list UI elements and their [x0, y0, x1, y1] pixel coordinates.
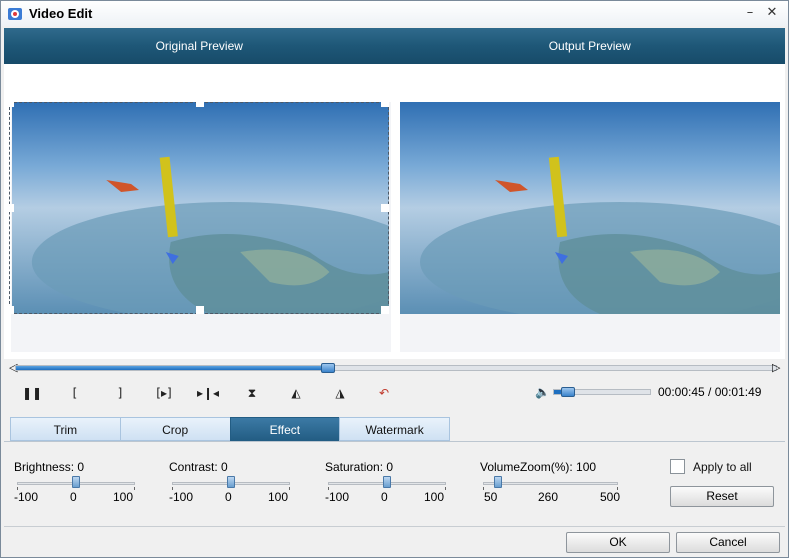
brightness-max: 100	[113, 490, 134, 504]
saturation-label: Saturation: 0	[325, 460, 394, 474]
contrast-label: Contrast: 0	[169, 460, 228, 474]
brightness-mid: 0	[70, 490, 77, 504]
saturation-value: 0	[386, 460, 394, 474]
brightness-min: -100	[14, 490, 39, 504]
saturation-slider[interactable]	[325, 476, 465, 490]
minimize-button[interactable]: –	[741, 5, 759, 21]
saturation-min: -100	[325, 490, 350, 504]
output-preview-label: Output Preview	[548, 39, 631, 53]
tab-effect[interactable]: Effect	[229, 417, 340, 441]
saturation-max: 100	[424, 490, 445, 504]
tab-trim[interactable]: Trim	[10, 417, 120, 441]
brightness-group: Brightness: 0 -100 0 100	[14, 460, 154, 504]
close-button[interactable]: ✕	[763, 5, 781, 21]
timeline-progress	[16, 366, 328, 370]
volume-thumb[interactable]	[561, 387, 576, 397]
volumezoom-mid: 260	[538, 490, 559, 504]
rotate-right-icon[interactable]: ◮	[328, 381, 352, 405]
volumezoom-min: 50	[484, 490, 498, 504]
mark-in-icon[interactable]: [	[63, 381, 87, 405]
contrast-slider[interactable]	[169, 476, 309, 490]
footer-divider	[4, 526, 785, 527]
original-video-frame[interactable]	[12, 102, 389, 314]
apply-to-all-label: Apply to all	[693, 459, 752, 474]
checkbox-box[interactable]	[670, 459, 685, 474]
contrast-max: 100	[268, 490, 289, 504]
window-title: Video Edit	[29, 6, 93, 21]
rotate-left-icon[interactable]: ◭	[284, 381, 308, 405]
flip-vertical-icon[interactable]: ⧗	[240, 381, 264, 405]
volumezoom-max: 500	[600, 490, 621, 504]
app-icon	[8, 7, 22, 20]
preview-header: Original Preview Output Preview	[4, 28, 785, 64]
saturation-group: Saturation: 0 -100 0 100	[325, 460, 465, 504]
volumezoom-slider[interactable]	[480, 476, 620, 490]
tab-crop[interactable]: Crop	[119, 417, 230, 441]
original-preview-pane	[11, 102, 391, 352]
contrast-mid: 0	[225, 490, 232, 504]
timeline-slider[interactable]: ◁ ▷	[9, 362, 781, 374]
volumezoom-label: VolumeZoom(%): 100	[480, 460, 597, 474]
time-separator: /	[704, 385, 715, 399]
volumezoom-thumb[interactable]	[493, 476, 502, 488]
apply-to-all-checkbox[interactable]: Apply to all	[670, 459, 752, 474]
preview-area	[4, 64, 785, 359]
tab-watermark[interactable]: Watermark	[339, 417, 450, 441]
trim-end-marker-icon[interactable]: ▷	[772, 362, 780, 374]
video-edit-window: Video Edit – ✕ Original Preview Output P…	[0, 0, 789, 558]
brightness-value: 0	[77, 460, 85, 474]
total-time: 00:01:49	[714, 385, 762, 399]
title-bar: Video Edit – ✕	[1, 1, 788, 26]
undo-icon[interactable]: ↶	[372, 381, 396, 405]
contrast-thumb[interactable]	[227, 476, 235, 488]
brightness-slider[interactable]	[14, 476, 154, 490]
cancel-button[interactable]: Cancel	[676, 532, 780, 553]
contrast-value: 0	[221, 460, 228, 474]
volume-slider[interactable]	[553, 387, 651, 397]
speaker-icon[interactable]: 🔈	[535, 385, 550, 399]
volume-control: 🔈	[535, 385, 655, 401]
ok-button[interactable]: OK	[566, 532, 670, 553]
effect-panel: Brightness: 0 -100 0 100 Contrast: 0 -100 0…	[4, 441, 785, 525]
brightness-thumb[interactable]	[72, 476, 80, 488]
mark-out-icon[interactable]: ]	[108, 381, 132, 405]
time-display: 00:00:45 / 00:01:49	[658, 385, 761, 399]
edit-tabs: Trim Crop Effect Watermark	[10, 417, 450, 441]
timeline-track[interactable]	[15, 363, 777, 373]
reset-button[interactable]: Reset	[670, 486, 774, 507]
saturation-mid: 0	[381, 490, 388, 504]
contrast-group: Contrast: 0 -100 0 100	[169, 460, 309, 504]
saturation-thumb[interactable]	[383, 476, 391, 488]
timeline-thumb[interactable]	[320, 363, 335, 373]
contrast-min: -100	[169, 490, 194, 504]
original-preview-label: Original Preview	[155, 39, 243, 53]
volumezoom-group: VolumeZoom(%): 100 50 260 500	[480, 460, 620, 504]
next-frame-icon[interactable]: [▸]	[152, 381, 176, 405]
output-preview-pane	[400, 102, 780, 352]
brightness-label: Brightness: 0	[14, 460, 85, 474]
output-video-frame	[400, 102, 780, 314]
skip-to-end-icon[interactable]: ▸❙◂	[196, 381, 220, 405]
volumezoom-value: 100	[576, 460, 597, 474]
pause-icon[interactable]: ❚❚	[20, 381, 44, 405]
current-time: 00:00:45	[658, 385, 705, 399]
